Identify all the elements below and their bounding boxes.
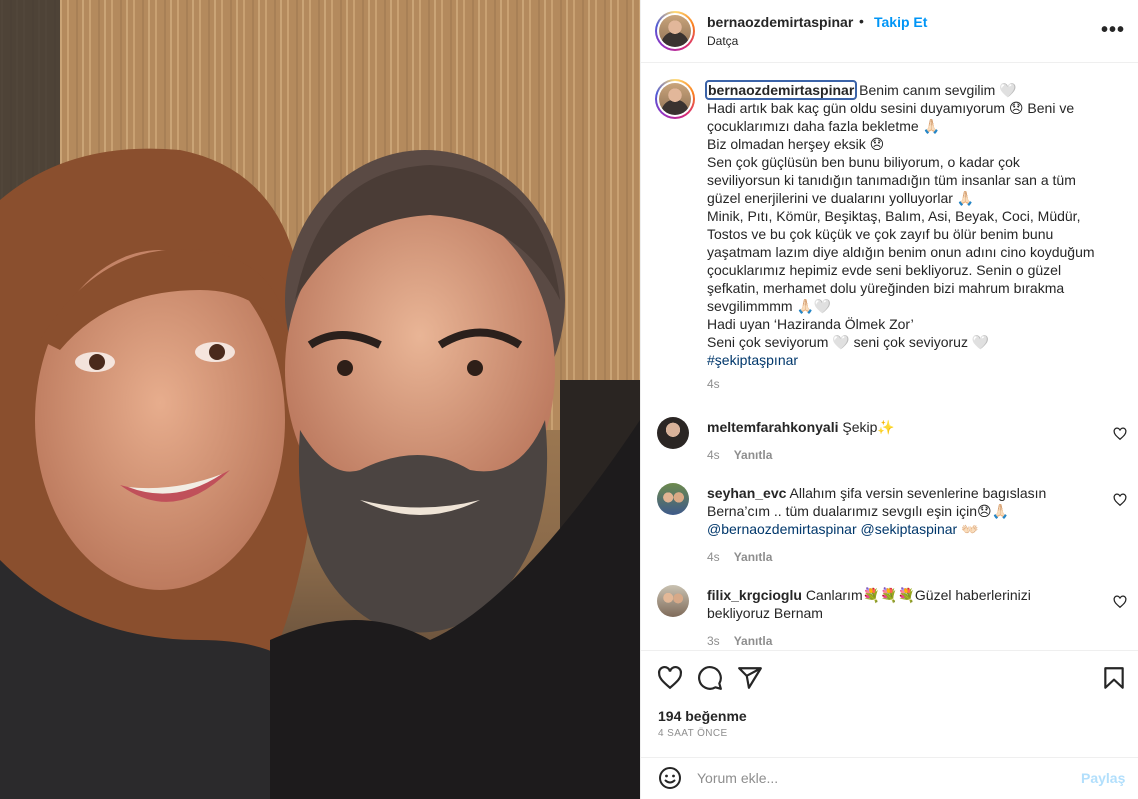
header-separator: • [859, 13, 864, 29]
reply-button[interactable]: Yanıtla [734, 448, 773, 462]
post-photo-illustration [0, 0, 640, 799]
caption-line: yaşatmam lazım diye aldığın benim onun a… [707, 244, 1095, 260]
caption-username[interactable]: bernaozdemirtaspinar [704, 80, 858, 100]
commenter-avatar[interactable] [657, 585, 689, 617]
commenter-username[interactable]: seyhan_evc [707, 485, 786, 501]
caption-line: Sen çok güçlüsün ben bunu biliyorum, o k… [707, 154, 1020, 170]
caption-avatar[interactable] [655, 79, 695, 119]
author-avatar[interactable] [655, 11, 695, 51]
like-comment-icon[interactable] [1113, 595, 1127, 609]
caption-line: güzel enerjilerini ve dualarını yolluyor… [707, 190, 975, 206]
caption-line: Minik, Pıtı, Kömür, Beşiktaş, Balım, Asi… [707, 208, 1081, 224]
caption-line: Seni çok seviyorum 🤍 seni çok seviyoruz … [707, 334, 990, 350]
post-photo[interactable] [0, 0, 640, 799]
commenter-username[interactable]: meltemfarahkonyali [707, 419, 839, 435]
bookmark-icon[interactable] [1101, 665, 1127, 691]
caption-hashtag[interactable]: #şekiptaşpınar [707, 351, 1117, 369]
caption-line: Tostos ve bu çok küçük ve çok zayıf bu ö… [707, 226, 1054, 242]
post-actions: 194 beğenme 4 SAAT ÖNCE [641, 650, 1138, 758]
caption-line: çocuklarımız hepimiz evde seni bekliyoru… [707, 262, 1062, 278]
comment-time[interactable]: 4s [707, 448, 720, 462]
commenter-avatar[interactable] [657, 417, 689, 449]
comment-body: meltemfarahkonyali Şekip✨ 4s Yanıtla [707, 418, 1107, 464]
caption-line: sevgilimmmm 🙏🏻🤍 [707, 298, 832, 314]
post-header: bernaozdemirtaspinar • Takip Et Datça ••… [641, 0, 1138, 63]
reply-button[interactable]: Yanıtla [734, 550, 773, 564]
comment-time[interactable]: 4s [707, 550, 720, 564]
comment-meta: 4s Yanıtla [707, 446, 1107, 464]
comment-mentions[interactable]: @bernaozdemirtaspinar @sekiptaspinar 👐🏻 [707, 520, 1107, 538]
caption-line: Hadi uyan ‘Haziranda Ölmek Zor’ [707, 316, 914, 332]
emoji-icon[interactable] [658, 766, 682, 790]
caption-line: seviliyorsun ki tanıdığın tanımadığın tü… [707, 172, 1076, 188]
comment-body: filix_krgcioglu Canlarım💐💐💐Güzel haberle… [707, 586, 1107, 650]
comment-time[interactable]: 3s [707, 634, 720, 648]
post-timestamp[interactable]: 4 SAAT ÖNCE [658, 728, 728, 739]
comment-body: seyhan_evc Allahım şifa versin sevenleri… [707, 484, 1107, 566]
comment-meta: 3s Yanıtla [707, 632, 1107, 650]
author-username[interactable]: bernaozdemirtaspinar [707, 14, 853, 30]
like-count[interactable]: 194 beğenme [658, 708, 747, 724]
comment-text: Berna’cım .. tüm dualarımız sevgılı eşin… [707, 503, 1010, 519]
comment-text: bekliyoruz Bernam [707, 605, 823, 621]
like-comment-icon[interactable] [1113, 493, 1127, 507]
comment-text: Şekip✨ [842, 419, 895, 435]
follow-button[interactable]: Takip Et [874, 14, 927, 30]
like-comment-icon[interactable] [1113, 427, 1127, 441]
reply-button[interactable]: Yanıtla [734, 634, 773, 648]
more-options-icon[interactable]: ••• [1101, 20, 1125, 44]
comment-text: Allahım şifa versin sevenlerine bagıslas… [789, 485, 1047, 501]
heart-icon[interactable] [657, 665, 683, 691]
caption-timestamp[interactable]: 4s [707, 375, 1117, 393]
caption-line: Hadi artık bak kaç gün oldu sesini duyam… [707, 100, 1075, 116]
commenter-avatar[interactable] [657, 483, 689, 515]
comment-text: Canlarım💐💐💐Güzel haberlerinizi [805, 587, 1031, 603]
comment-icon[interactable] [697, 665, 723, 691]
caption-line: Biz olmadan herşey eksik 😞 [707, 136, 885, 152]
caption-line: çocuklarımızı daha fazla bekletme 🙏🏻 [707, 118, 940, 134]
comments-list[interactable]: bernaozdemirtaspinar Benim canım sevgili… [641, 63, 1138, 650]
commenter-username[interactable]: filix_krgcioglu [707, 587, 802, 603]
add-comment-bar: Paylaş [641, 757, 1138, 799]
post-comment-button[interactable]: Paylaş [1081, 770, 1125, 786]
share-icon[interactable] [737, 665, 763, 691]
comment-meta: 4s Yanıtla [707, 548, 1107, 566]
post-details-panel: bernaozdemirtaspinar • Takip Et Datça ••… [640, 0, 1138, 799]
caption-text: bernaozdemirtaspinar Benim canım sevgili… [704, 80, 1117, 393]
comment-input[interactable] [697, 764, 1067, 792]
caption-line: şefkatin, merhamet dolu yüreğinden bizi … [707, 280, 1065, 296]
post-location[interactable]: Datça [707, 34, 738, 48]
caption-line: bernaozdemirtaspinar Benim canım sevgili… [704, 80, 1017, 100]
